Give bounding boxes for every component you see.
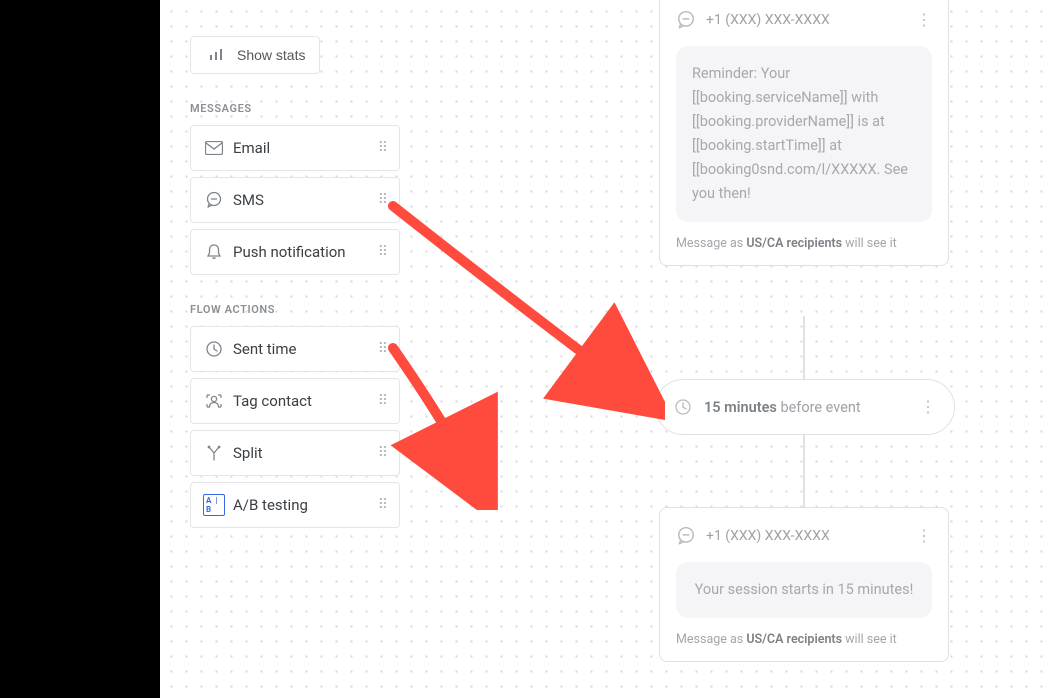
sidebar-item-ab-testing[interactable]: A | B A/B testing ⠿: [190, 482, 400, 528]
drag-handle-icon[interactable]: ⠿: [378, 398, 389, 405]
flow-actions-section-label: FLOW ACTIONS: [190, 303, 400, 316]
annotation-arrow: [385, 340, 505, 510]
sms-preview-card[interactable]: +1 (XXX) XXX-XXXX ⋮ Your session starts …: [659, 507, 949, 662]
bar-chart-icon: [205, 48, 227, 62]
sidebar-item-label: Sent time: [233, 340, 378, 358]
sidebar-item-email[interactable]: Email ⠿: [190, 125, 400, 171]
dark-sidebar: [0, 0, 160, 698]
sidebar-item-label: Email: [233, 139, 378, 157]
more-options-icon[interactable]: ⋮: [916, 534, 932, 538]
clock-icon: [203, 340, 225, 358]
drag-handle-icon[interactable]: ⠿: [378, 450, 389, 457]
split-icon: [203, 444, 225, 462]
sidebar-item-tag-contact[interactable]: Tag contact ⠿: [190, 378, 400, 424]
annotation-arrow: [385, 198, 665, 438]
messages-section-label: MESSAGES: [190, 102, 400, 115]
drag-handle-icon[interactable]: ⠿: [378, 249, 389, 256]
sms-preview-card[interactable]: +1 (XXX) XXX-XXXX ⋮ Reminder: Your [[boo…: [659, 0, 949, 266]
sidebar-item-sms[interactable]: SMS ⠿: [190, 177, 400, 223]
drag-handle-icon[interactable]: ⠿: [378, 346, 389, 353]
drag-handle-icon[interactable]: ⠿: [378, 197, 389, 204]
drag-handle-icon[interactable]: ⠿: [378, 145, 389, 152]
message-body: Your session starts in 15 minutes!: [676, 562, 932, 618]
flow-connector: [803, 316, 805, 379]
bell-icon: [203, 243, 225, 261]
show-stats-label: Show stats: [237, 47, 305, 63]
sidebar-item-label: Tag contact: [233, 392, 378, 410]
sidebar-item-label: A/B testing: [233, 496, 378, 514]
sidebar-item-sent-time[interactable]: Sent time ⠿: [190, 326, 400, 372]
canvas-area: Show stats MESSAGES Email ⠿ SMS ⠿ Push n…: [160, 0, 1048, 698]
flow-connector: [803, 435, 805, 507]
sidebar-item-label: Split: [233, 444, 378, 462]
show-stats-button[interactable]: Show stats: [190, 36, 320, 74]
recipient-note: Message as US/CA recipients will see it: [676, 632, 932, 647]
sms-icon: [676, 10, 696, 30]
sidebar-item-label: Push notification: [233, 243, 378, 261]
actions-sidebar: Show stats MESSAGES Email ⠿ SMS ⠿ Push n…: [190, 36, 400, 534]
message-body: Reminder: Your [[booking.serviceName]] w…: [676, 46, 932, 222]
phone-number: +1 (XXX) XXX-XXXX: [706, 528, 916, 544]
more-options-icon[interactable]: ⋮: [916, 18, 932, 22]
timing-node[interactable]: 15 minutes before event ⋮: [655, 379, 955, 435]
clock-icon: [674, 398, 692, 416]
timing-text: 15 minutes before event: [704, 399, 920, 416]
sms-icon: [203, 191, 225, 209]
ab-testing-icon: A | B: [203, 494, 225, 516]
phone-number: +1 (XXX) XXX-XXXX: [706, 12, 916, 28]
mail-icon: [203, 141, 225, 155]
sms-icon: [676, 526, 696, 546]
sidebar-item-label: SMS: [233, 191, 378, 209]
sidebar-item-split[interactable]: Split ⠿: [190, 430, 400, 476]
recipient-note: Message as US/CA recipients will see it: [676, 236, 932, 251]
sidebar-item-push[interactable]: Push notification ⠿: [190, 229, 400, 275]
more-options-icon[interactable]: ⋮: [920, 405, 936, 409]
drag-handle-icon[interactable]: ⠿: [378, 502, 389, 509]
tag-contact-icon: [203, 392, 225, 410]
